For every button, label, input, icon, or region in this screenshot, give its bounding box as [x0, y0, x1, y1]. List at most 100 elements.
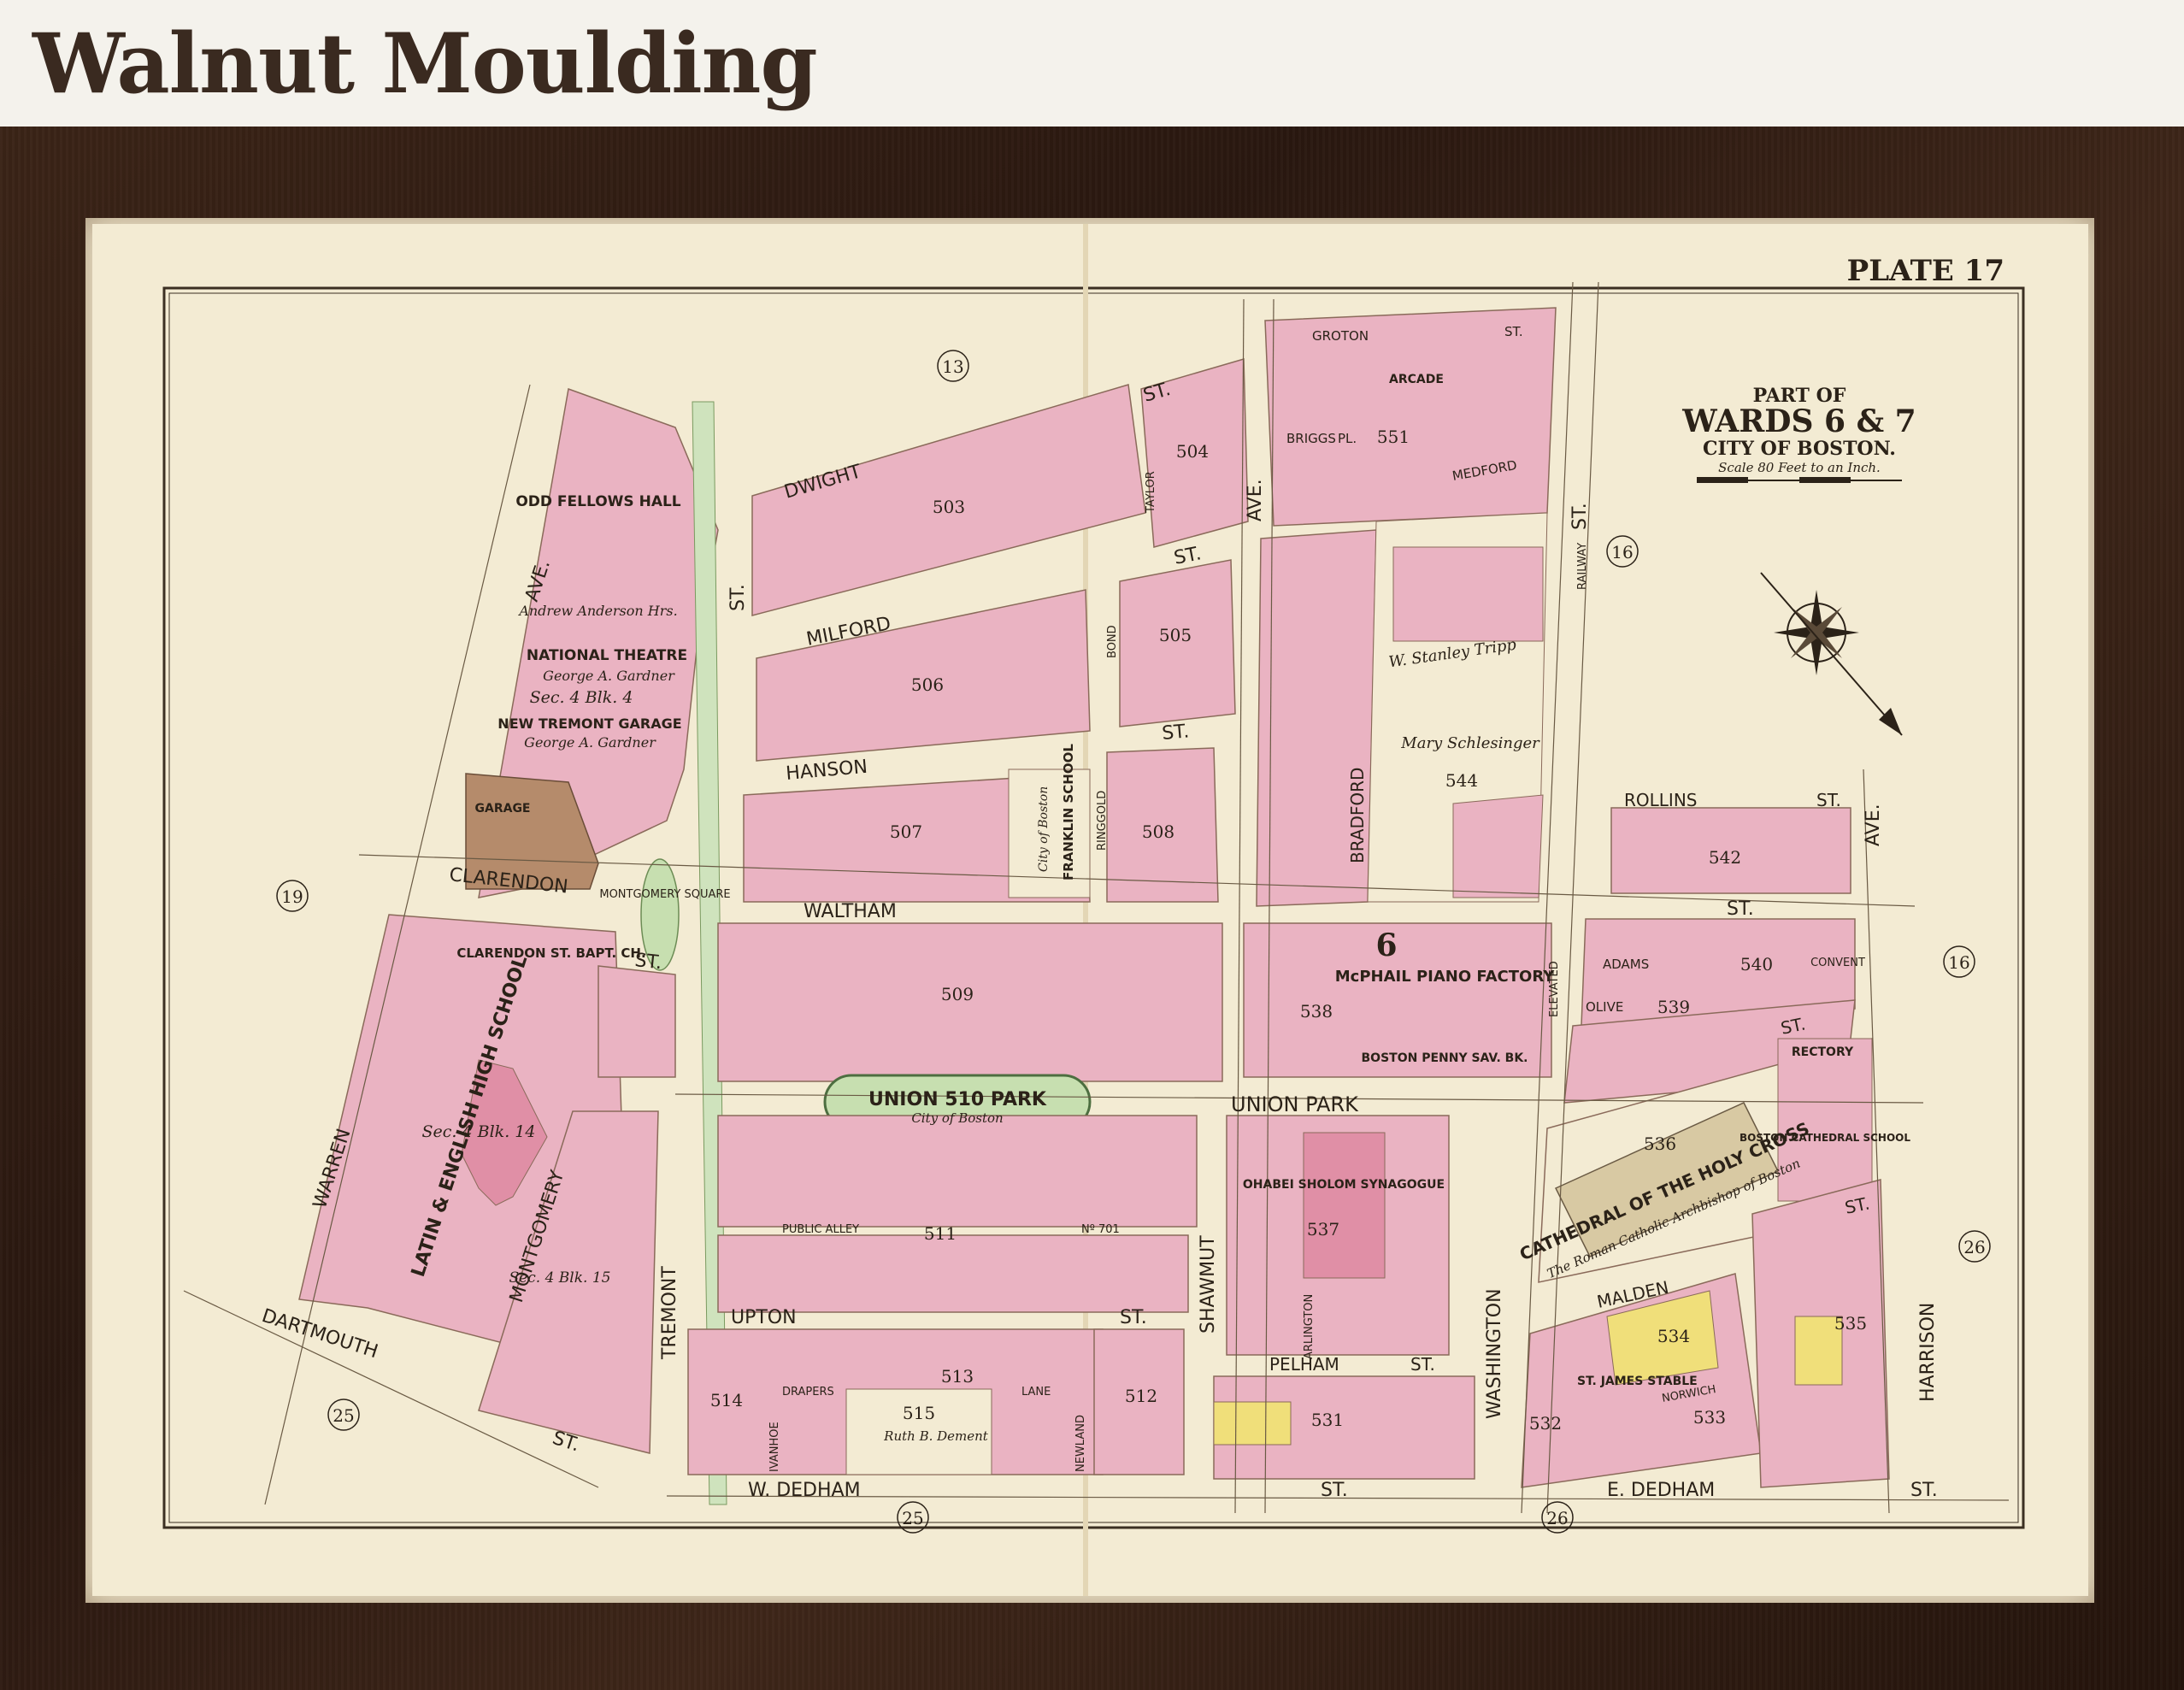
street-hanson-st: ST.	[1161, 721, 1190, 745]
label-montgomery-square: MONTGOMERY SQUARE	[599, 888, 730, 901]
block-533: 533	[1693, 1407, 1726, 1428]
plate-number: PLATE 17	[1847, 254, 2004, 288]
street-harrison: HARRISON	[1917, 1303, 1939, 1402]
street-e-dedham: E. DEDHAM	[1607, 1480, 1715, 1501]
street-bond: BOND	[1106, 625, 1119, 658]
street-waltham: WALTHAM	[804, 901, 897, 922]
street-railway: RAILWAY	[1576, 543, 1589, 590]
label-national-theatre: NATIONAL THEATRE	[527, 647, 687, 664]
map-print: PLATE 17 PART OF WARDS 6 & 7 CITY OF BOS…	[92, 224, 2088, 1596]
label-andrew-anderson: Andrew Anderson Hrs.	[517, 603, 677, 619]
label-convent: CONVENT	[1810, 957, 1865, 969]
block-503: 503	[933, 497, 965, 517]
label-st-james-stable: ST. JAMES STABLE	[1577, 1375, 1698, 1388]
block-507: 507	[890, 821, 922, 842]
block-539: 539	[1657, 997, 1690, 1017]
label-tremont-garage: NEW TREMONT GARAGE	[497, 715, 681, 732]
street-public-alley: PUBLIC ALLEY	[782, 1223, 859, 1236]
lot-synagogue	[1303, 1132, 1386, 1279]
block-504: 504	[1176, 441, 1209, 462]
label-franklin-school: FRANKLIN SCHOOL	[1061, 744, 1076, 880]
label-clarendon-bapt: CLARENDON ST. BAPT. CH.	[456, 945, 645, 961]
ward-26-south: 26	[1546, 1508, 1568, 1528]
title-scale: Scale 80 Feet to an Inch.	[1718, 460, 1881, 475]
street-rollins-st: ST.	[1816, 790, 1841, 810]
label-city-of-boston-1: City of Boston	[1037, 786, 1051, 872]
label-boston-penny: BOSTON PENNY SAV. BK.	[1362, 1051, 1528, 1065]
ward-19: 19	[281, 886, 303, 907]
lot-block-511-south	[717, 1234, 1189, 1313]
label-sec-15: Sec. 4 Blk. 15	[509, 1269, 611, 1287]
street-upton: UPTON	[731, 1307, 797, 1328]
street-rollins: ROLLINS	[1624, 790, 1697, 810]
street-pelham-st: ST.	[1410, 1354, 1435, 1375]
label-arcade: ARCADE	[1389, 373, 1444, 386]
street-upton-st: ST.	[1120, 1307, 1147, 1328]
street-harrison-ave: AVE.	[1863, 804, 1884, 846]
label-union-park: UNION 510 PARK	[868, 1089, 1047, 1110]
block-514: 514	[710, 1390, 743, 1410]
ward-16-east: 16	[1948, 952, 1969, 973]
block-509: 509	[941, 984, 974, 1004]
street-tremont-st: ST.	[727, 584, 749, 611]
label-ruth-dement: Ruth B. Dement	[883, 1428, 989, 1444]
block-531: 531	[1311, 1410, 1344, 1430]
street-washington: WASHINGTON	[1484, 1288, 1505, 1419]
block-532: 532	[1529, 1413, 1562, 1434]
block-506: 506	[911, 674, 944, 695]
block-534: 534	[1657, 1326, 1690, 1346]
label-gardner-2: George A. Gardner	[524, 734, 656, 751]
label-garage: GARAGE	[475, 802, 531, 816]
street-union-park: UNION PARK	[1231, 1092, 1359, 1116]
block-544: 544	[1445, 770, 1478, 791]
lot-st-cloud	[598, 965, 676, 1078]
street-w-dedham-st: ST.	[1321, 1480, 1348, 1501]
street-ivanhoe: IVANHOE	[768, 1422, 781, 1472]
label-rectory: RECTORY	[1792, 1045, 1854, 1059]
label-mary-schlesinger: Mary Schlesinger	[1400, 734, 1540, 752]
block-542: 542	[1709, 847, 1741, 868]
block-505: 505	[1159, 625, 1192, 645]
ward-25-south: 25	[902, 1508, 923, 1528]
lot-block-511	[717, 1115, 1198, 1228]
label-gardner-1: George A. Gardner	[543, 668, 675, 684]
street-taylor: TAYLOR	[1145, 471, 1157, 514]
block-6: 6	[1375, 927, 1397, 963]
lot-block-543	[1392, 546, 1544, 642]
block-540: 540	[1740, 954, 1773, 975]
block-535: 535	[1834, 1313, 1867, 1334]
street-waltham-st: ST.	[1727, 898, 1754, 920]
label-mcphail: McPHAIL PIANO FACTORY	[1335, 968, 1555, 986]
label-city-of-boston-2: City of Boston	[911, 1110, 1003, 1126]
street-shawmut: SHAWMUT	[1198, 1235, 1219, 1334]
block-512: 512	[1125, 1386, 1157, 1406]
block-538: 538	[1300, 1001, 1333, 1022]
ward-25-west: 25	[333, 1405, 354, 1426]
block-515: 515	[903, 1403, 935, 1423]
street-drapers: DRAPERS	[782, 1386, 834, 1399]
street-olive: OLIVE	[1586, 999, 1623, 1015]
lot-yellow-531	[1213, 1401, 1292, 1446]
title-line2: WARDS 6 & 7	[1681, 403, 1916, 439]
street-w-dedham: W. DEDHAM	[748, 1480, 861, 1501]
street-shawmut-ave: AVE.	[1245, 479, 1266, 521]
street-newland: NEWLAND	[1074, 1415, 1087, 1472]
lot-block-551	[1264, 307, 1557, 527]
block-536: 536	[1644, 1134, 1676, 1154]
street-ringgold: RINGGOLD	[1096, 791, 1109, 851]
street-groton: GROTON	[1312, 328, 1369, 344]
block-537: 537	[1307, 1219, 1339, 1240]
street-briggs-pl: PL.	[1338, 431, 1357, 446]
street-adams: ADAMS	[1603, 957, 1649, 972]
label-sec-14: Sec. 4 Blk. 14	[422, 1122, 536, 1141]
street-washington-st: ST.	[1569, 503, 1591, 530]
ward-13: 13	[942, 356, 963, 377]
label-odd-fellows: ODD FELLOWS HALL	[515, 493, 680, 510]
block-511: 511	[924, 1223, 957, 1244]
block-551: 551	[1377, 427, 1410, 447]
block-513: 513	[941, 1366, 974, 1387]
street-arlington: ARLINGTON	[1303, 1294, 1316, 1359]
ward-26-east: 26	[1963, 1237, 1985, 1257]
lot-continental	[1452, 794, 1544, 898]
street-briggs: BRIGGS	[1286, 431, 1336, 446]
